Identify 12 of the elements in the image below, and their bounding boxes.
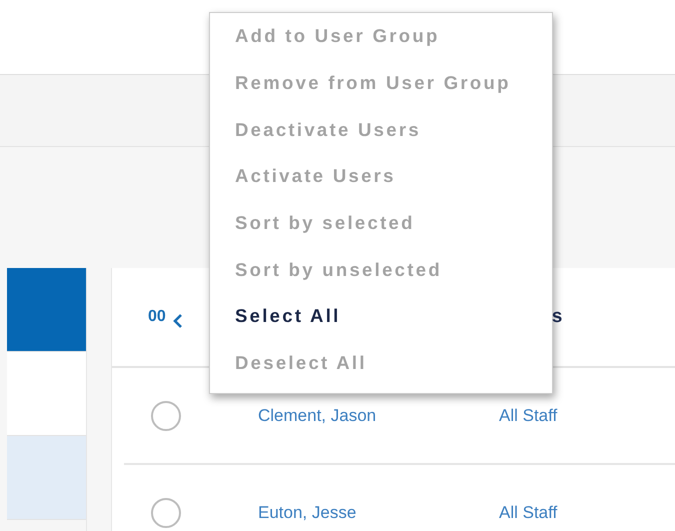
radio-button[interactable] <box>151 400 181 430</box>
user-group-link[interactable]: All Staff <box>499 402 558 428</box>
sidebar-item[interactable] <box>7 436 86 520</box>
user-name-link[interactable]: Clement, Jason <box>258 402 499 428</box>
menu-item[interactable]: Select All <box>210 293 552 340</box>
user-name-link[interactable]: Euton, Jesse <box>258 500 499 526</box>
sidebar-item[interactable] <box>7 352 86 436</box>
sidebar-item[interactable] <box>7 268 86 352</box>
column-header: s <box>552 304 562 329</box>
radio-button[interactable] <box>151 498 181 528</box>
pager-text: 00 <box>148 307 166 327</box>
user-group-link[interactable]: All Staff <box>499 500 558 526</box>
